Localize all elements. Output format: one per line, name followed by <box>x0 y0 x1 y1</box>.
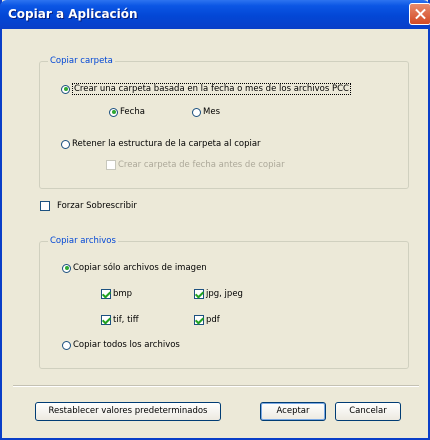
radio-off-icon[interactable] <box>62 340 71 350</box>
dialog-window: Copiar a Aplicación Copiar carpeta Crear… <box>0 0 430 440</box>
radio-all-files[interactable]: Copiar todos los archivos <box>62 340 180 350</box>
divider <box>13 385 419 387</box>
check-pdf-label: pdf <box>206 315 220 325</box>
radio-retain-structure[interactable]: Retener la estructura de la carpeta al c… <box>61 139 261 149</box>
check-create-date-before-label: Crear carpeta de fecha antes de copiar <box>118 160 285 170</box>
radio-images-only-label: Copiar sólo archivos de imagen <box>73 263 207 273</box>
radio-create-folder[interactable]: Crear una carpeta basada en la fecha o m… <box>61 83 351 95</box>
radio-off-icon[interactable] <box>61 139 70 149</box>
checkbox-off-icon <box>106 160 116 170</box>
check-tif-label: tif, tiff <box>113 315 139 325</box>
radio-on-icon[interactable] <box>62 263 71 273</box>
checkbox-on-icon[interactable] <box>101 289 111 299</box>
checkbox-on-icon[interactable] <box>194 289 204 299</box>
radio-month[interactable]: Mes <box>192 107 220 117</box>
check-force-overwrite[interactable]: Forzar Sobrescribir <box>40 201 137 211</box>
checkbox-off-icon[interactable] <box>40 201 50 211</box>
cancel-button[interactable]: Cancelar <box>335 402 401 421</box>
copy-folder-label: Copiar carpeta <box>48 56 115 66</box>
accept-button[interactable]: Aceptar <box>260 402 326 421</box>
radio-date[interactable]: Fecha <box>109 107 145 117</box>
radio-retain-structure-label: Retener la estructura de la carpeta al c… <box>72 139 261 149</box>
force-overwrite-label: Forzar Sobrescribir <box>57 201 137 211</box>
title-bar[interactable]: Copiar a Aplicación <box>0 0 430 29</box>
restore-defaults-button[interactable]: Restablecer valores predeterminados <box>35 402 221 421</box>
radio-on-icon[interactable] <box>61 84 70 94</box>
copy-files-group: Copiar archivos Copiar sólo archivos de … <box>39 236 409 369</box>
radio-off-icon[interactable] <box>192 107 201 117</box>
checkbox-on-icon[interactable] <box>194 315 204 325</box>
check-bmp-label: bmp <box>113 289 133 299</box>
check-jpg[interactable]: jpg, jpeg <box>194 289 243 299</box>
check-create-date-before: Crear carpeta de fecha antes de copiar <box>106 160 285 170</box>
copy-files-label: Copiar archivos <box>48 236 118 246</box>
check-jpg-label: jpg, jpeg <box>206 289 243 299</box>
radio-date-label: Fecha <box>120 107 145 117</box>
radio-on-icon[interactable] <box>109 107 118 117</box>
radio-all-files-label: Copiar todos los archivos <box>73 340 180 350</box>
radio-create-folder-label: Crear una carpeta basada en la fecha o m… <box>72 83 351 95</box>
check-tif[interactable]: tif, tiff <box>101 315 139 325</box>
copy-folder-group: Copiar carpeta Crear una carpeta basada … <box>39 56 409 189</box>
check-bmp[interactable]: bmp <box>101 289 132 299</box>
window-title: Copiar a Aplicación <box>8 7 138 21</box>
close-button[interactable] <box>409 3 430 25</box>
check-pdf[interactable]: pdf <box>194 315 220 325</box>
checkbox-on-icon[interactable] <box>101 315 111 325</box>
radio-month-label: Mes <box>203 107 220 117</box>
radio-images-only[interactable]: Copiar sólo archivos de imagen <box>62 263 207 273</box>
